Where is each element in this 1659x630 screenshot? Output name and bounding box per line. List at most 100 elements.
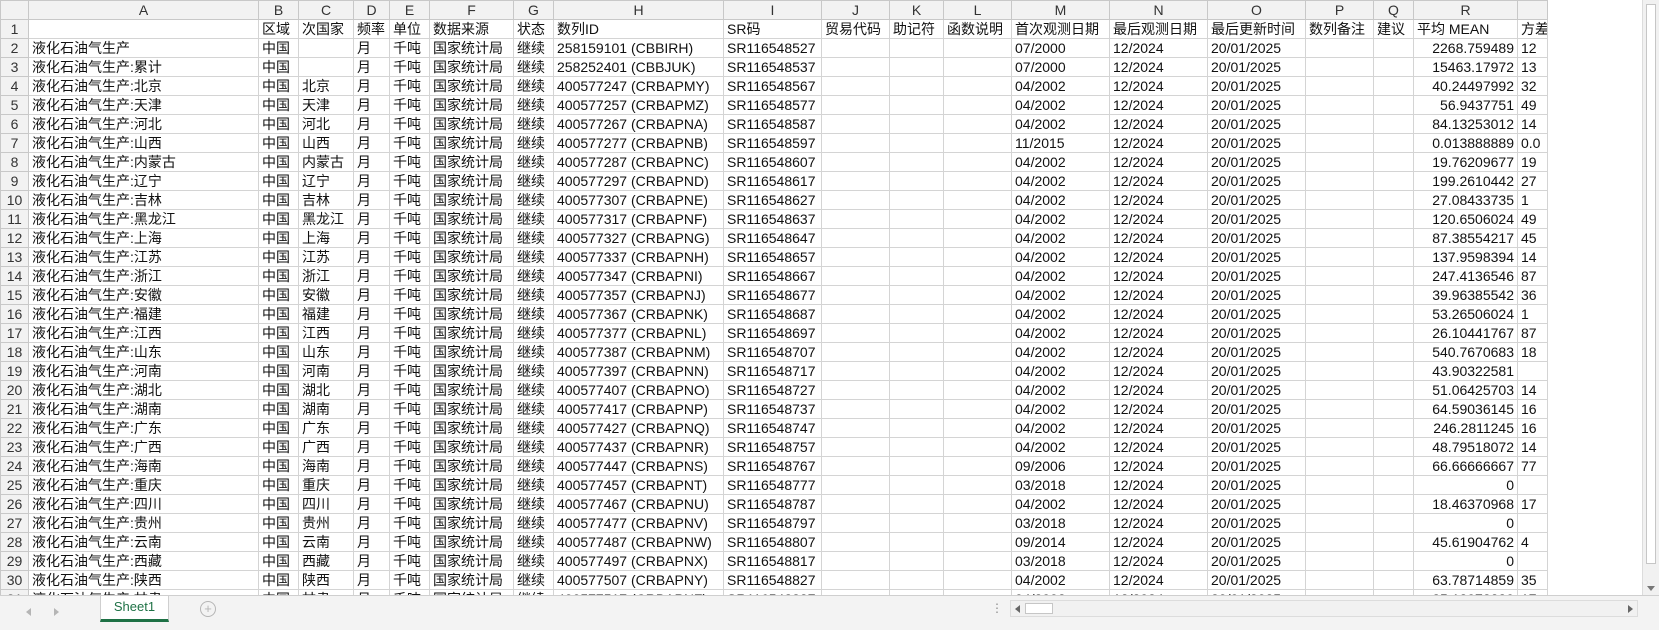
cell[interactable]: 国家统计局 (429, 323, 514, 343)
cell[interactable]: 千吨 (389, 475, 430, 495)
cell[interactable]: 20/01/2025 (1207, 342, 1306, 362)
cell[interactable]: 月 (353, 304, 390, 324)
cell[interactable] (1305, 551, 1374, 571)
cell[interactable]: 千吨 (389, 247, 430, 267)
cell[interactable]: 中国 (258, 418, 299, 438)
cell[interactable]: 千吨 (389, 570, 430, 590)
cell[interactable]: 12/2024 (1109, 190, 1208, 210)
scroll-left-arrow-icon[interactable] (1015, 605, 1020, 613)
cell[interactable]: SR116548587 (723, 114, 822, 134)
cell[interactable]: 月 (353, 228, 390, 248)
cell[interactable] (821, 171, 890, 191)
cell[interactable]: 国家统计局 (429, 380, 514, 400)
cell[interactable]: 继续 (513, 266, 554, 286)
cell[interactable] (943, 114, 1012, 134)
cell[interactable]: 09/2006 (1011, 456, 1110, 476)
cell[interactable]: 次国家 (298, 19, 354, 39)
cell[interactable]: 04/2002 (1011, 418, 1110, 438)
cell[interactable]: 中国 (258, 494, 299, 514)
cell[interactable] (889, 38, 944, 58)
cell[interactable]: 月 (353, 114, 390, 134)
cell[interactable] (1517, 551, 1548, 571)
cell[interactable]: 15463.17972 (1413, 57, 1518, 77)
cell[interactable]: 20/01/2025 (1207, 551, 1306, 571)
cell[interactable]: 千吨 (389, 437, 430, 457)
split-handle-icon[interactable]: ⋮ (991, 602, 1003, 614)
cell[interactable]: 12/2024 (1109, 247, 1208, 267)
cell[interactable]: 千吨 (389, 133, 430, 153)
cell[interactable]: 方差 (1517, 19, 1548, 39)
cell[interactable] (1373, 456, 1414, 476)
cell[interactable] (889, 190, 944, 210)
cell[interactable]: 中国 (258, 475, 299, 495)
cell[interactable] (1373, 551, 1414, 571)
cell[interactable]: 千吨 (389, 171, 430, 191)
cell[interactable]: 千吨 (389, 494, 430, 514)
cell[interactable]: SR116548617 (723, 171, 822, 191)
row-header[interactable]: 8 (0, 152, 29, 172)
cell[interactable] (943, 304, 1012, 324)
cell[interactable]: 天津 (298, 95, 354, 115)
cell[interactable]: 继续 (513, 152, 554, 172)
cell[interactable]: 山东 (298, 342, 354, 362)
cell[interactable]: 继续 (513, 456, 554, 476)
cell[interactable]: 河北 (298, 114, 354, 134)
cell[interactable]: 继续 (513, 513, 554, 533)
cell[interactable] (889, 209, 944, 229)
cell[interactable]: 江苏 (298, 247, 354, 267)
cell[interactable]: 继续 (513, 209, 554, 229)
cell[interactable]: 12/2024 (1109, 171, 1208, 191)
cell[interactable]: 246.2811245 (1413, 418, 1518, 438)
cell[interactable]: 山西 (298, 133, 354, 153)
cell[interactable]: 国家统计局 (429, 532, 514, 552)
cell[interactable]: 陕西 (298, 570, 354, 590)
row-header[interactable]: 13 (0, 247, 29, 267)
cell[interactable]: 27.08433735 (1413, 190, 1518, 210)
cell[interactable] (1305, 475, 1374, 495)
cell[interactable] (1373, 342, 1414, 362)
cell[interactable]: 千吨 (389, 551, 430, 571)
cell[interactable]: 12 (1517, 38, 1548, 58)
cell[interactable]: 20/01/2025 (1207, 418, 1306, 438)
column-header[interactable]: F (429, 0, 514, 20)
cell[interactable] (298, 57, 354, 77)
cell[interactable] (821, 152, 890, 172)
prev-sheet-arrow-icon[interactable] (26, 608, 31, 616)
cell[interactable]: 继续 (513, 228, 554, 248)
cell[interactable]: 国家统计局 (429, 190, 514, 210)
cell[interactable] (943, 228, 1012, 248)
cell[interactable]: 海南 (298, 456, 354, 476)
cell[interactable]: 400577327 (CRBAPNG) (553, 228, 724, 248)
cell[interactable]: 0 (1413, 513, 1518, 533)
cell[interactable]: 国家统计局 (429, 304, 514, 324)
column-header[interactable]: J (821, 0, 890, 20)
cell[interactable] (943, 399, 1012, 419)
cell[interactable] (1305, 323, 1374, 343)
cell[interactable]: 继续 (513, 304, 554, 324)
cell[interactable]: 千吨 (389, 209, 430, 229)
cell[interactable] (943, 437, 1012, 457)
cell[interactable]: 月 (353, 209, 390, 229)
cell[interactable]: 400577377 (CRBAPNL) (553, 323, 724, 343)
cell[interactable]: 247.4136546 (1413, 266, 1518, 286)
cell[interactable] (821, 190, 890, 210)
row-header[interactable]: 20 (0, 380, 29, 400)
cell[interactable]: 12/2024 (1109, 76, 1208, 96)
cell[interactable]: 继续 (513, 114, 554, 134)
cell[interactable]: 安徽 (298, 285, 354, 305)
cell[interactable] (821, 57, 890, 77)
cell[interactable]: 14 (1517, 380, 1548, 400)
cell[interactable]: 月 (353, 76, 390, 96)
cell[interactable]: 04/2002 (1011, 247, 1110, 267)
cell[interactable]: 千吨 (389, 38, 430, 58)
cell[interactable] (889, 266, 944, 286)
cell[interactable] (943, 190, 1012, 210)
cell[interactable] (298, 38, 354, 58)
cell[interactable]: 12/2024 (1109, 285, 1208, 305)
spreadsheet-grid[interactable]: ABCDEFGHIJKLMNOPQR 1 区域 次国家 频率 单位 数据来源 状态 数列ID S… (0, 0, 1642, 595)
cell[interactable]: 20/01/2025 (1207, 361, 1306, 381)
cell[interactable] (889, 570, 944, 590)
cell[interactable]: 400577477 (CRBAPNV) (553, 513, 724, 533)
cell[interactable] (1373, 152, 1414, 172)
cell[interactable] (1373, 513, 1414, 533)
